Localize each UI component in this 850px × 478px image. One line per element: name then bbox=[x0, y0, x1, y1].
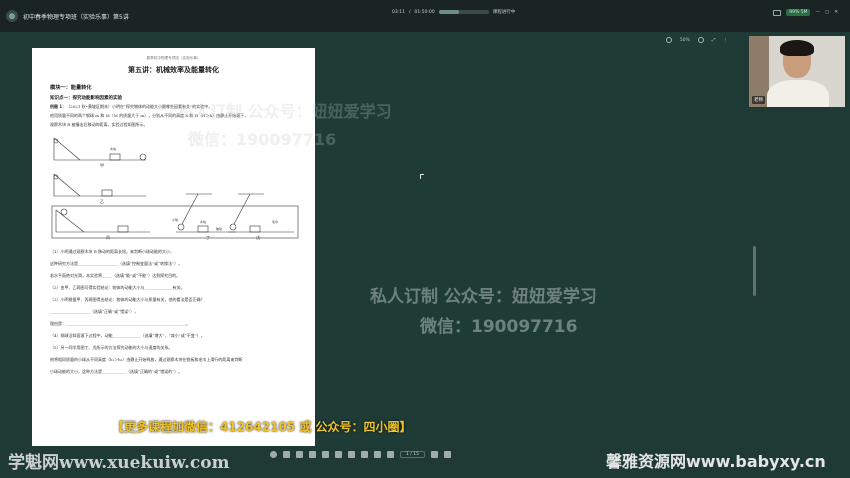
site-watermark-left: 学魁网www.xuekuiw.com bbox=[8, 453, 230, 473]
figure-label: 戊 bbox=[256, 235, 260, 240]
minimize-icon[interactable]: — bbox=[815, 10, 820, 15]
stage-toolbar: 50% ⤢ ⋮ bbox=[665, 37, 729, 43]
zoom-out-icon[interactable] bbox=[665, 37, 672, 43]
zoom-in-icon[interactable] bbox=[697, 37, 704, 43]
maximize-icon[interactable]: ▢ bbox=[825, 10, 829, 15]
figure-small-label: 小球 bbox=[172, 218, 179, 222]
time-total: 01:50:00 bbox=[414, 9, 435, 15]
question-5c: 小球动能的大小，这种方法是____________（选填“正确的”或“错误的”）… bbox=[50, 369, 183, 374]
teacher-webcam: 老师 bbox=[749, 36, 845, 107]
webcam-name-tag: 老师 bbox=[752, 96, 765, 104]
prev-page-icon[interactable] bbox=[387, 450, 394, 458]
site-watermark-right: 馨雅资源网www.babyxy.cn bbox=[606, 452, 826, 471]
status-area: 99% 5M — ▢ ✕ bbox=[773, 9, 838, 16]
question-1: （1）小明通过观察木块 B 移动的距离长短，来判断小球动能的大小， bbox=[50, 249, 175, 254]
playback-status: 03:11 / 01:50:00 课程进行中 bbox=[392, 9, 516, 16]
question-4: （4）钢球沿斜面滚下过程中，动能______________（选填“增大”、“减… bbox=[50, 333, 205, 338]
text-tool-icon[interactable] bbox=[309, 450, 316, 458]
question-1c: 若水平面绝对光滑，本实验将_____（选填“能”或“不能”）达到探究目的。 bbox=[50, 273, 181, 278]
shape-tool-icon[interactable] bbox=[322, 450, 329, 458]
watermark-line: 私人订制 公众号：妞妞爱学习 bbox=[370, 287, 597, 307]
figure-label: 丁 bbox=[206, 235, 210, 240]
grid-view-icon[interactable] bbox=[443, 450, 451, 458]
close-icon[interactable]: ✕ bbox=[834, 10, 838, 15]
redo-icon[interactable] bbox=[361, 450, 368, 458]
module-heading: 模块一：能量转化 bbox=[50, 85, 92, 91]
question-3b: ____________________（选填“正确”或“错误”）， bbox=[50, 309, 139, 314]
clear-icon[interactable] bbox=[374, 450, 381, 458]
watermark-line: 微信：190097716 bbox=[420, 317, 578, 337]
figure-small-label: 木块 bbox=[110, 147, 117, 151]
progress-bar[interactable] bbox=[438, 10, 489, 14]
zoom-level: 50% bbox=[679, 37, 690, 43]
figure-small-label: 木块 bbox=[200, 220, 207, 224]
status-text: 课程进行中 bbox=[492, 10, 516, 15]
page-indicator[interactable]: 1 / 15 bbox=[400, 450, 425, 458]
time-current: 03:11 bbox=[392, 9, 405, 15]
figure-label: 丙 bbox=[106, 235, 110, 240]
courseware-stage: 50% ⤢ ⋮ 春季初中物理专项班（实验乐事） 第五讲：机械效率及能量转化 模块… bbox=[16, 34, 756, 448]
question-5: （5）另一同学用图丁、戊所示的方法探究动能的大小与速度的关系。 bbox=[50, 345, 173, 350]
figure-label: 甲 bbox=[100, 163, 104, 168]
title-bar: ◍ 初中春季物理专项班（实验乐事）第5讲 03:11 / 01:50:00 课程… bbox=[0, 0, 850, 32]
doc-title: 第五讲：机械效率及能量转化 bbox=[128, 66, 219, 74]
stage-scrollbar[interactable] bbox=[753, 246, 756, 296]
pointer-tool-icon[interactable] bbox=[270, 450, 277, 458]
more-icon[interactable]: ⋮ bbox=[724, 38, 729, 43]
network-badge: 99% 5M bbox=[786, 9, 811, 16]
figure-label: 乙 bbox=[100, 199, 104, 204]
undo-icon[interactable] bbox=[348, 450, 355, 458]
question-3: （3）小明根据甲、丙两图得出结论：物体的动能大小与质量有关，他的看法是否正确？ bbox=[50, 297, 205, 302]
fullscreen-icon[interactable]: ⤢ bbox=[712, 37, 716, 43]
mouse-cursor-icon bbox=[420, 174, 424, 179]
pen-tool-icon[interactable] bbox=[283, 450, 290, 458]
question-1b: 这种研究方法是____________________（选填“控制变量法”或“转… bbox=[50, 261, 183, 266]
watermark-line: 微信：190097716 bbox=[188, 130, 337, 149]
progress-fill bbox=[438, 10, 459, 14]
figure-small-label: 毛巾 bbox=[272, 220, 279, 224]
bottom-toolbar: 1 / 15 bbox=[270, 449, 451, 459]
promo-banner: 【更多课程加微信：412642105 或 公众号：四小圈】 bbox=[112, 420, 412, 434]
figure-small-label: 玻璃 bbox=[216, 227, 223, 231]
next-page-icon[interactable] bbox=[430, 450, 438, 458]
question-3c: 理由是：____________________________________… bbox=[50, 321, 190, 326]
watermark-line: 私人订制 公众号：妞妞爱学习 bbox=[178, 102, 392, 121]
doc-header: 春季初中物理专项班（实验乐事） bbox=[146, 56, 201, 60]
question-5b: 他将相同质量的小球从不同高度（h₁＞h₂）由静止开始释放，通过观察木块在铁板和毛… bbox=[50, 357, 243, 362]
question-2: （2）由甲、乙两图可得实验结论：物体的动能大小与______________有关… bbox=[50, 285, 185, 290]
screen-icon[interactable] bbox=[773, 9, 782, 16]
eraser-tool-icon[interactable] bbox=[335, 450, 342, 458]
marker-tool-icon[interactable] bbox=[296, 450, 303, 458]
window-title: 初中春季物理专项班（实验乐事）第5讲 bbox=[23, 13, 129, 21]
app-logo-icon: ◍ bbox=[6, 10, 18, 22]
